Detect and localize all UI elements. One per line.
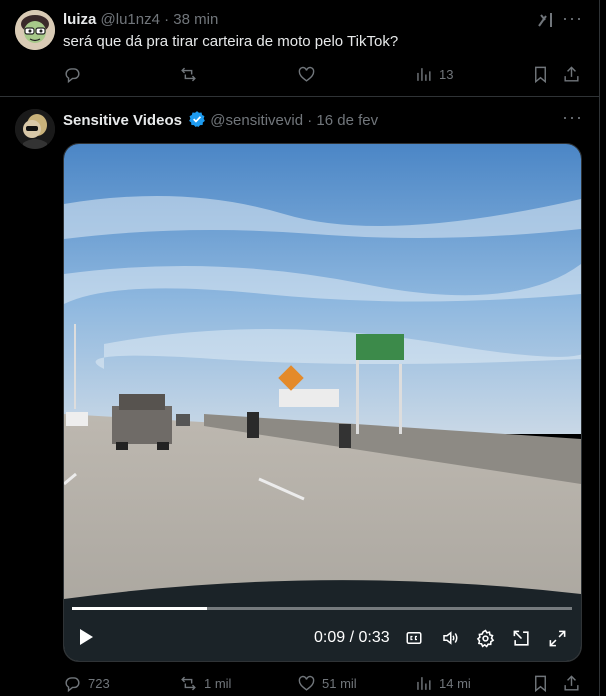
author-handle[interactable]: @sensitivevid	[210, 112, 303, 129]
views-button[interactable]: 13	[414, 65, 453, 84]
settings-button[interactable]	[476, 629, 495, 653]
video-progress-track[interactable]	[72, 607, 572, 610]
play-icon	[80, 629, 93, 645]
reply-icon	[65, 677, 80, 693]
tweet-header: Sensitive Videos @sensitivevid · 16 de f…	[63, 110, 378, 132]
video-time: 0:09 / 0:33	[314, 629, 390, 647]
views-count: 14 mi	[439, 676, 471, 691]
captions-button[interactable]	[405, 629, 423, 652]
more-options-icon[interactable]: ···	[562, 8, 583, 29]
tweet-header: luiza @lu1nz4 · 38 min	[63, 11, 218, 28]
retweet-button[interactable]: 1 mil	[179, 674, 231, 693]
volume-button[interactable]	[440, 629, 460, 652]
retweet-button[interactable]	[179, 65, 198, 84]
video-frame	[64, 144, 581, 661]
gear-icon	[476, 629, 495, 648]
bookmark-icon	[535, 675, 546, 693]
avatar-image	[15, 109, 55, 149]
captions-icon	[406, 632, 422, 644]
heart-icon	[298, 66, 315, 82]
video-player[interactable]: 0:09 / 0:33	[63, 143, 582, 662]
duration: 0:33	[358, 629, 390, 646]
views-icon	[417, 677, 431, 690]
play-button[interactable]	[78, 628, 94, 651]
retweet-count: 1 mil	[204, 676, 232, 691]
views-button[interactable]: 14 mi	[414, 674, 471, 693]
timestamp[interactable]: 38 min	[173, 11, 218, 28]
share-icon	[564, 66, 579, 82]
author-handle[interactable]: @lu1nz4	[101, 11, 160, 28]
fullscreen-button[interactable]	[548, 629, 567, 653]
avatar[interactable]	[15, 109, 55, 149]
bookmark-button[interactable]	[531, 65, 550, 84]
avatar-image	[15, 10, 55, 50]
views-icon	[417, 68, 431, 81]
more-options-icon[interactable]: ···	[562, 107, 583, 128]
bookmark-icon	[535, 66, 546, 84]
reply-icon	[65, 68, 80, 84]
tweet-text: será que dá pra tirar carteira de moto p…	[63, 33, 399, 50]
reply-button[interactable]: 723	[63, 674, 110, 693]
fullscreen-icon	[549, 630, 566, 647]
share-button[interactable]	[562, 65, 581, 84]
current-time: 0:09	[314, 629, 346, 646]
separator: ·	[164, 11, 170, 28]
reply-button[interactable]	[63, 65, 82, 84]
heart-icon	[298, 675, 315, 691]
volume-icon	[443, 631, 458, 645]
grok-icon[interactable]	[536, 10, 556, 35]
bookmark-button[interactable]	[531, 674, 550, 693]
like-button[interactable]	[297, 65, 316, 84]
author-name[interactable]: Sensitive Videos	[63, 112, 182, 129]
reply-count: 723	[88, 676, 110, 691]
separator: ·	[307, 112, 313, 129]
video-progress-fill	[72, 607, 207, 610]
time-separator: /	[349, 629, 355, 646]
views-count: 13	[439, 67, 454, 82]
timestamp[interactable]: 16 de fev	[316, 112, 378, 129]
share-button[interactable]	[562, 674, 581, 693]
pip-button[interactable]	[512, 629, 531, 653]
author-name[interactable]: luiza	[63, 11, 96, 28]
picture-in-picture-icon	[513, 630, 529, 646]
avatar[interactable]	[15, 10, 55, 50]
retweet-icon	[181, 676, 196, 691]
like-count: 51 mil	[322, 676, 357, 691]
verified-badge-icon	[188, 110, 206, 132]
retweet-icon	[181, 67, 196, 82]
tweet-luiza[interactable]: luiza @lu1nz4 · 38 min ··· será que dá p…	[0, 0, 600, 96]
share-icon	[564, 675, 579, 691]
like-button[interactable]: 51 mil	[297, 674, 357, 693]
